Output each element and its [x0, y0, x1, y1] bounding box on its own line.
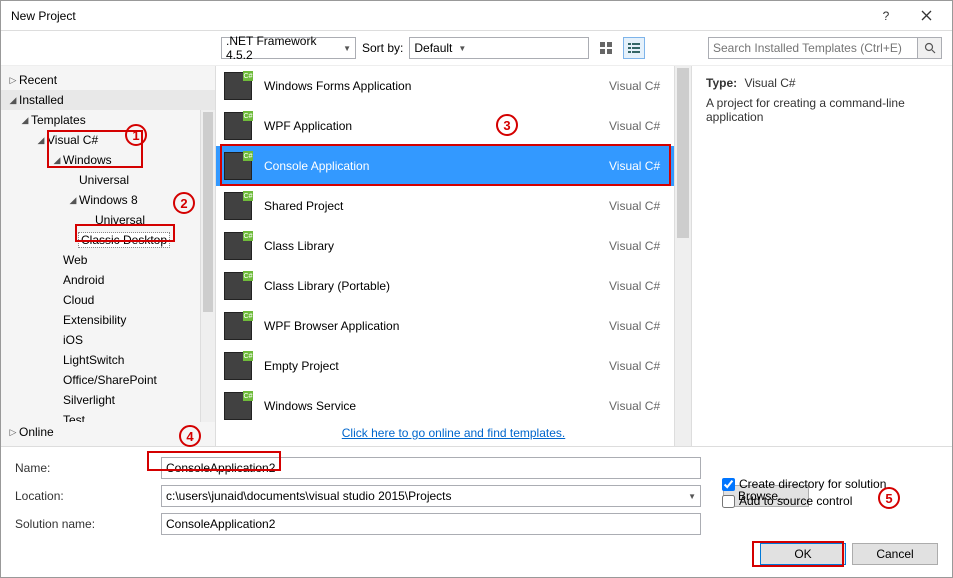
template-row[interactable]: C# WPF Application Visual C#	[216, 106, 691, 146]
name-input[interactable]	[161, 457, 701, 479]
location-combo[interactable]: c:\users\junaid\documents\visual studio …	[161, 485, 701, 507]
template-icon: C#	[224, 392, 252, 420]
template-row[interactable]: C# Windows Forms Application Visual C#	[216, 66, 691, 106]
template-lang: Visual C#	[609, 119, 679, 133]
view-tiles-button[interactable]	[595, 37, 617, 59]
template-name: Windows Service	[264, 399, 597, 413]
tree-universal[interactable]: Universal	[1, 170, 215, 190]
template-name: Class Library	[264, 239, 597, 253]
tree-test[interactable]: Test	[1, 410, 215, 422]
tree-recent[interactable]: ▷ Recent	[1, 70, 215, 90]
chevron-right-icon: ▷	[7, 75, 19, 86]
ok-button[interactable]: OK	[760, 543, 846, 565]
solution-label: Solution name:	[15, 517, 155, 531]
sortby-label: Sort by:	[362, 41, 403, 55]
name-label: Name:	[15, 461, 155, 475]
tree-cloud[interactable]: Cloud	[1, 290, 215, 310]
template-lang: Visual C#	[609, 399, 679, 413]
tree-extensibility[interactable]: Extensibility	[1, 310, 215, 330]
template-icon: C#	[224, 152, 252, 180]
template-lang: Visual C#	[609, 199, 679, 213]
category-tree: ▷ Recent ◢ Installed ◢ Templates ◢ Visua…	[1, 66, 216, 446]
template-icon: C#	[224, 112, 252, 140]
framework-combo[interactable]: .NET Framework 4.5.2 ▼	[221, 37, 356, 59]
template-icon: C#	[224, 232, 252, 260]
template-lang: Visual C#	[609, 159, 679, 173]
template-name: Windows Forms Application	[264, 79, 597, 93]
chevron-down-icon: ◢	[35, 135, 47, 146]
tree-ios[interactable]: iOS	[1, 330, 215, 350]
chevron-down-icon: ▼	[688, 492, 696, 501]
tree-universal2[interactable]: Universal	[1, 210, 215, 230]
view-list-button[interactable]	[623, 37, 645, 59]
template-list: C# Windows Forms Application Visual C# C# WP…	[216, 66, 691, 420]
chevron-down-icon: ◢	[67, 195, 79, 206]
online-templates-link[interactable]: Click here to go online and find templat…	[342, 426, 565, 440]
template-name: WPF Application	[264, 119, 597, 133]
tree-installed[interactable]: ◢ Installed	[1, 90, 215, 110]
left-scrollbar[interactable]	[200, 110, 215, 422]
add-source-label: Add to source control	[739, 494, 852, 508]
template-name: Console Application	[264, 159, 597, 173]
template-description: A project for creating a command-line ap…	[706, 96, 938, 124]
template-name: Shared Project	[264, 199, 597, 213]
search-button[interactable]	[918, 37, 942, 59]
solution-input[interactable]	[161, 513, 701, 535]
tree-online[interactable]: ▷ Online	[1, 422, 215, 442]
template-lang: Visual C#	[609, 279, 679, 293]
template-lang: Visual C#	[609, 359, 679, 373]
template-row[interactable]: C# Shared Project Visual C#	[216, 186, 691, 226]
tree-templates[interactable]: ◢ Templates	[1, 110, 215, 130]
template-row[interactable]: C# WPF Browser Application Visual C#	[216, 306, 691, 346]
template-row[interactable]: C# Class Library (Portable) Visual C#	[216, 266, 691, 306]
template-lang: Visual C#	[609, 239, 679, 253]
tree-silverlight[interactable]: Silverlight	[1, 390, 215, 410]
sortby-combo[interactable]: Default ▼	[409, 37, 589, 59]
template-row[interactable]: C# Console Application Visual C#	[216, 146, 691, 186]
chevron-down-icon: ▼	[458, 44, 466, 53]
tree-officesp[interactable]: Office/SharePoint	[1, 370, 215, 390]
close-button[interactable]	[906, 2, 946, 30]
create-dir-label: Create directory for solution	[739, 477, 886, 491]
sortby-value: Default	[414, 41, 452, 55]
search-input[interactable]	[708, 37, 918, 59]
template-icon: C#	[224, 72, 252, 100]
template-lang: Visual C#	[609, 79, 679, 93]
tree-android[interactable]: Android	[1, 270, 215, 290]
framework-value: .NET Framework 4.5.2	[226, 34, 337, 62]
type-value: Visual C#	[744, 76, 795, 90]
details-pane: Type: Visual C# A project for creating a…	[692, 66, 952, 446]
tree-visual-csharp[interactable]: ◢ Visual C#	[1, 130, 215, 150]
template-icon: C#	[224, 352, 252, 380]
add-source-checkbox[interactable]	[722, 495, 735, 508]
tree-windows8[interactable]: ◢ Windows 8	[1, 190, 215, 210]
cancel-button[interactable]: Cancel	[852, 543, 938, 565]
template-name: Class Library (Portable)	[264, 279, 597, 293]
template-name: WPF Browser Application	[264, 319, 597, 333]
template-name: Empty Project	[264, 359, 597, 373]
chevron-right-icon: ▷	[7, 427, 19, 438]
template-row[interactable]: C# Empty Project Visual C#	[216, 346, 691, 386]
create-dir-checkbox[interactable]	[722, 478, 735, 491]
tree-windows[interactable]: ◢ Windows	[1, 150, 215, 170]
tree-web[interactable]: Web	[1, 250, 215, 270]
chevron-down-icon: ◢	[7, 95, 19, 106]
help-button[interactable]: ?	[866, 2, 906, 30]
type-label: Type:	[706, 76, 737, 90]
template-icon: C#	[224, 312, 252, 340]
location-label: Location:	[15, 489, 155, 503]
window-title: New Project	[7, 9, 866, 23]
tree-lightswitch[interactable]: LightSwitch	[1, 350, 215, 370]
template-icon: C#	[224, 272, 252, 300]
template-row[interactable]: C# Class Library Visual C#	[216, 226, 691, 266]
chevron-down-icon: ▼	[343, 44, 351, 53]
template-row[interactable]: C# Windows Service Visual C#	[216, 386, 691, 420]
chevron-down-icon: ◢	[19, 115, 31, 126]
template-lang: Visual C#	[609, 319, 679, 333]
chevron-down-icon: ◢	[51, 155, 63, 166]
template-icon: C#	[224, 192, 252, 220]
center-scrollbar[interactable]	[674, 66, 691, 446]
tree-classic-desktop[interactable]: Classic Desktop	[1, 230, 215, 250]
